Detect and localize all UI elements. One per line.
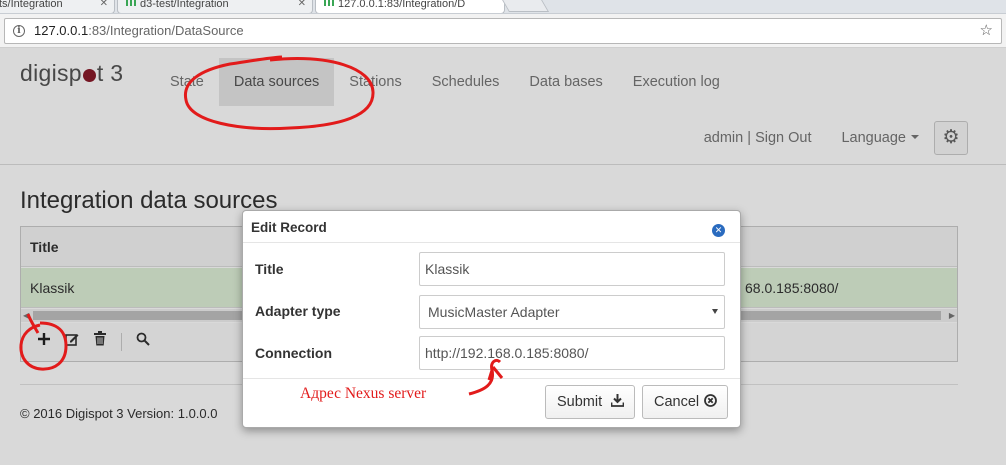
- bookmark-star-icon[interactable]: ☆: [980, 21, 993, 39]
- submit-button[interactable]: Submit: [545, 385, 635, 419]
- annotation-text: Адрес Nexus server: [300, 385, 427, 402]
- cancel-label: Cancel: [654, 394, 700, 410]
- browser-tab-label: 127.0.0.1:83/Integration/D: [338, 0, 466, 10]
- submit-label: Submit: [557, 394, 603, 410]
- close-tab-icon[interactable]: ✕: [298, 0, 306, 12]
- close-tab-icon[interactable]: ✕: [100, 0, 108, 12]
- title-label: Title: [255, 261, 284, 277]
- url-text[interactable]: 127.0.0.1:83/Integration/DataSource: [34, 23, 244, 38]
- browser-tab[interactable]: ts/Integration ✕: [0, 0, 115, 13]
- favicon-icon: [324, 0, 334, 6]
- adapter-type-select[interactable]: MusicMaster Adapter: [419, 295, 725, 329]
- address-bar: i 127.0.0.1:83/Integration/DataSource ☆: [0, 14, 1006, 48]
- caret-down-icon: [712, 309, 718, 314]
- url-path: :83/Integration/DataSource: [88, 23, 244, 38]
- adapter-type-value: MusicMaster Adapter: [428, 304, 560, 320]
- download-icon: [610, 386, 625, 418]
- favicon-icon: [126, 0, 136, 6]
- dialog-footer-divider: [243, 378, 740, 379]
- new-tab-button[interactable]: [500, 0, 550, 12]
- url-box[interactable]: i 127.0.0.1:83/Integration/DataSource ☆: [4, 18, 1002, 44]
- adapter-type-label: Adapter type: [255, 303, 341, 319]
- cancel-button[interactable]: Cancel: [642, 385, 728, 419]
- connection-input[interactable]: http://192.168.0.185:8080/: [419, 336, 725, 370]
- browser-tab-label: d3-test/Integration: [140, 0, 229, 10]
- dialog-title: Edit Record: [251, 220, 327, 235]
- browser-tab-strip: ts/Integration ✕ d3-test/Integration ✕ 1…: [0, 0, 1006, 14]
- cancel-circle-icon: [704, 386, 717, 418]
- browser-tab-active[interactable]: 127.0.0.1:83/Integration/D: [315, 0, 505, 13]
- title-input[interactable]: Klassik: [419, 252, 725, 286]
- url-host: 127.0.0.1: [34, 23, 89, 38]
- close-dialog-icon[interactable]: ✕: [712, 224, 725, 237]
- connection-label: Connection: [255, 345, 332, 361]
- dialog-header: Edit Record ✕: [243, 211, 740, 243]
- browser-tab[interactable]: d3-test/Integration ✕: [117, 0, 313, 13]
- browser-tab-label: ts/Integration: [0, 0, 63, 10]
- info-icon[interactable]: i: [13, 25, 25, 37]
